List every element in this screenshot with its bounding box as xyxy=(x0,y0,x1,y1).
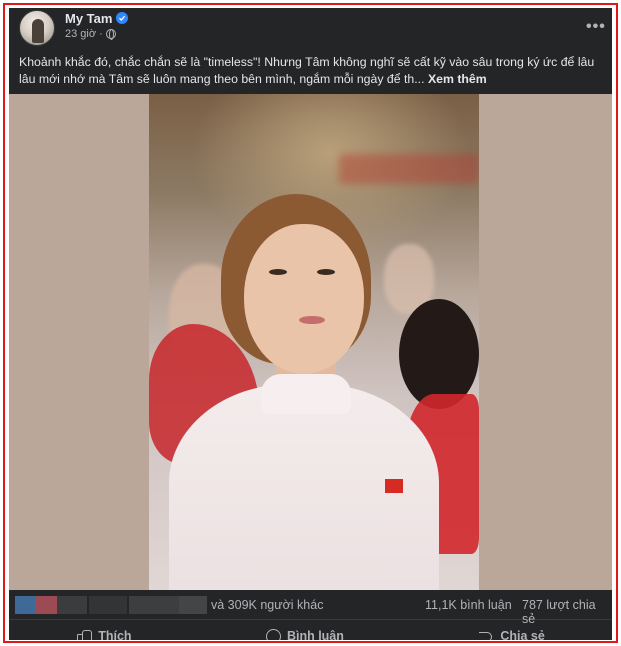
post-action-bar: Thích Bình luận Chia sẻ xyxy=(9,620,612,640)
post-meta: 23 giờ · xyxy=(65,28,116,40)
post-stats-bar: và 309K người khác 11,1K bình luận 787 l… xyxy=(9,590,612,626)
blurred-names xyxy=(57,596,87,614)
post-caption: Khoảnh khắc đó, chắc chắn sẽ là "timeles… xyxy=(19,54,604,88)
verified-badge-icon xyxy=(116,12,129,24)
like-label: Thích xyxy=(98,629,132,640)
caption-text: Khoảnh khắc đó, chắc chắn sẽ là "timeles… xyxy=(19,55,595,86)
author-name[interactable]: My Tam xyxy=(65,11,112,26)
post-media[interactable] xyxy=(9,94,612,590)
comment-label: Bình luận xyxy=(286,629,344,640)
post-timestamp[interactable]: 23 giờ xyxy=(65,28,96,40)
avatar[interactable] xyxy=(19,10,55,46)
share-label: Chia sẻ xyxy=(500,629,545,640)
thumbs-up-icon xyxy=(76,628,93,640)
reactions-count[interactable]: và 309K người khác xyxy=(211,598,323,612)
share-button[interactable]: Chia sẻ xyxy=(478,628,545,640)
comment-button[interactable]: Bình luận xyxy=(265,628,344,640)
post-author[interactable]: My Tam xyxy=(65,10,129,26)
like-button[interactable]: Thích xyxy=(76,628,132,640)
screenshot-frame: My Tam 23 giờ · ••• Khoảnh khắc đó, chắc… xyxy=(3,3,618,643)
love-reaction-icon[interactable] xyxy=(35,596,57,614)
share-arrow-icon xyxy=(478,628,494,640)
like-reaction-icon[interactable] xyxy=(15,596,37,614)
post-photo[interactable] xyxy=(149,94,479,590)
see-more-link[interactable]: Xem thêm xyxy=(428,72,487,86)
facebook-post-card: My Tam 23 giờ · ••• Khoảnh khắc đó, chắc… xyxy=(9,8,612,640)
comments-count[interactable]: 11,1K bình luận xyxy=(425,598,512,612)
more-options-icon[interactable]: ••• xyxy=(586,18,606,36)
comment-bubble-icon xyxy=(265,628,281,640)
globe-icon xyxy=(105,29,116,40)
flag-pin-icon xyxy=(385,479,403,493)
